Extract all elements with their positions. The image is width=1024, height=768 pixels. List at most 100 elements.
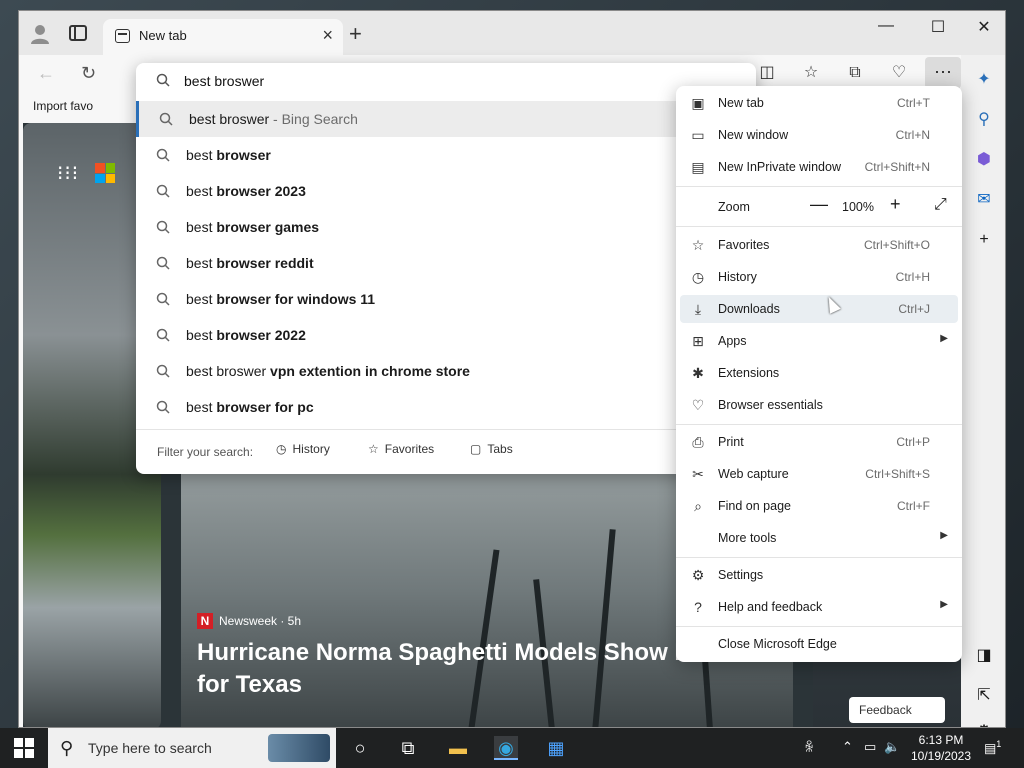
search-icon <box>156 292 170 306</box>
office-icon[interactable]: ⬢ <box>973 149 995 171</box>
menu-separator <box>676 557 962 558</box>
suggestion-text: best broswer - Bing Search <box>189 111 358 127</box>
back-icon[interactable]: ← <box>37 63 55 84</box>
suggestion-item[interactable]: best browser for windows 11 <box>136 281 756 317</box>
menu-separator <box>676 226 962 227</box>
settings-and-more-button[interactable]: ··· <box>925 57 961 89</box>
new-tab-button[interactable]: + <box>349 21 362 47</box>
refresh-icon[interactable]: ↻ <box>81 63 96 84</box>
address-bar-dropdown: best broswer - Bing Search best browser … <box>136 63 756 474</box>
menu-item-more-tools[interactable]: More tools ▶ <box>680 524 958 552</box>
menu-item-new-inprivate-window[interactable]: ▤ New InPrivate window Ctrl+Shift+N <box>680 153 958 181</box>
feedback-button[interactable]: Feedback <box>849 697 945 723</box>
menu-item-history[interactable]: ◷ History Ctrl+H <box>680 263 958 291</box>
close-window-icon[interactable]: ✕ <box>969 17 999 37</box>
suggestion-text: best browser <box>186 147 271 163</box>
search-icon <box>156 400 170 414</box>
volume-icon[interactable]: 🔈 <box>884 739 900 755</box>
edge-icon[interactable]: ◉ <box>494 736 518 760</box>
notifications-icon[interactable]: ▤1 <box>984 739 1001 756</box>
browser-essentials-icon[interactable]: ♡ <box>887 61 911 85</box>
suggestion-item[interactable]: best browser <box>136 137 756 173</box>
news-headline[interactable]: Hurricane Norma Spaghetti Models Show Pa… <box>197 637 757 701</box>
menu-item-close-edge[interactable]: Close Microsoft Edge <box>680 630 958 658</box>
minimize-icon[interactable]: — <box>871 17 901 35</box>
print-icon: ⎙ <box>692 434 704 450</box>
search-icon <box>156 220 170 234</box>
suggestion-text: best broswer vpn extention in chrome sto… <box>186 363 470 379</box>
notification-count: 1 <box>996 739 1002 749</box>
favorites-icon: ☆ <box>691 237 705 253</box>
add-sidebar-app-icon[interactable]: + <box>973 229 995 251</box>
people-icon[interactable]: ꆜ <box>804 739 814 756</box>
cortana-icon[interactable]: ○ <box>348 736 372 760</box>
menu-item-print[interactable]: ⎙ Print Ctrl+P <box>680 428 958 456</box>
import-favorites-link[interactable]: Import favo <box>33 99 93 113</box>
menu-item-apps[interactable]: ⊞ Apps ▶ <box>680 327 958 355</box>
zoom-out-button[interactable]: — <box>810 194 828 215</box>
tab-close-icon[interactable]: × <box>322 25 333 46</box>
search-icon <box>159 112 173 126</box>
menu-item-favorites[interactable]: ☆ Favorites Ctrl+Shift+O <box>680 231 958 259</box>
address-input[interactable] <box>184 69 724 93</box>
microsoft-logo-icon <box>95 163 115 183</box>
sidebar-settings-icon[interactable]: ⚙ <box>973 721 995 727</box>
suggestion-item[interactable]: best broswer - Bing Search <box>136 101 756 137</box>
network-icon[interactable]: ▭ <box>864 739 876 755</box>
fullscreen-icon[interactable]: ⤢ <box>934 196 947 214</box>
suggestion-item[interactable]: best browser 2023 <box>136 173 756 209</box>
news-source-label: Newsweek · 5h <box>219 614 302 628</box>
profile-icon[interactable] <box>29 23 51 45</box>
suggestion-item[interactable]: best browser for pc <box>136 389 756 425</box>
address-bar[interactable] <box>136 63 756 99</box>
hide-sidebar-icon[interactable]: ◨ <box>973 645 995 667</box>
copilot-icon[interactable]: ✦ <box>973 69 995 91</box>
filter-history-button[interactable]: ◷ History <box>276 442 330 456</box>
favorites-icon[interactable]: ☆ <box>799 61 823 85</box>
menu-item-browser-essentials[interactable]: ♡ Browser essentials <box>680 391 958 419</box>
taskbar: ⚲ Type here to search ○ ⧉ ▬ ◉ ▦ ꆜ ⌃ ▭ 🔈 … <box>0 728 1024 768</box>
zoom-label: Zoom <box>718 200 750 214</box>
suggestion-item[interactable]: best browser games <box>136 209 756 245</box>
app-launcher-icon[interactable]: ⁝⁝⁝ <box>57 161 79 186</box>
maximize-icon[interactable]: ☐ <box>923 17 953 37</box>
tab-new-tab[interactable]: New tab × <box>103 19 343 55</box>
menu-separator <box>676 186 962 187</box>
start-button[interactable] <box>14 738 34 758</box>
filter-tabs-button[interactable]: ▢ Tabs <box>470 442 513 456</box>
store-icon[interactable]: ▦ <box>544 736 568 760</box>
task-view-icon[interactable]: ⧉ <box>396 736 420 760</box>
menu-item-extensions[interactable]: ✱ Extensions <box>680 359 958 387</box>
suggestion-text: best browser 2023 <box>186 183 306 199</box>
file-explorer-icon[interactable]: ▬ <box>446 736 470 760</box>
apps-icon: ⊞ <box>692 333 704 349</box>
suggestion-item[interactable]: best broswer vpn extention in chrome sto… <box>136 353 756 389</box>
suggestion-text: best browser for pc <box>186 399 314 415</box>
settings-menu: ▣ New tab Ctrl+T ▭ New window Ctrl+N ▤ N… <box>676 86 962 662</box>
menu-item-find-on-page[interactable]: ⌕ Find on page Ctrl+F <box>680 492 958 520</box>
show-hidden-icons-icon[interactable]: ⌃ <box>842 739 853 755</box>
collections-icon[interactable]: ⧉ <box>843 61 867 85</box>
zoom-in-button[interactable]: + <box>890 194 901 215</box>
menu-item-new-tab[interactable]: ▣ New tab Ctrl+T <box>680 89 958 117</box>
split-screen-icon[interactable]: ◫ <box>755 61 779 85</box>
suggestion-item[interactable]: best browser reddit <box>136 245 756 281</box>
suggestion-item[interactable]: best browser 2022 <box>136 317 756 353</box>
menu-item-settings[interactable]: ⚙ Settings <box>680 561 958 589</box>
filter-favorites-button[interactable]: ☆ Favorites <box>368 442 434 456</box>
taskbar-clock[interactable]: 6:13 PM 10/19/2023 <box>908 732 974 764</box>
outlook-icon[interactable]: ✉ <box>973 189 995 211</box>
menu-item-downloads[interactable]: ⤓ Downloads Ctrl+J <box>680 295 958 323</box>
taskbar-search-box[interactable]: ⚲ Type here to search <box>48 728 336 768</box>
star-icon: ☆ <box>368 442 379 456</box>
menu-item-web-capture[interactable]: ✂ Web capture Ctrl+Shift+S <box>680 460 958 488</box>
sidebar: ✦ ⚲ ⬢ ✉ + ◨ ⇱ ⚙ <box>961 55 1005 727</box>
menu-item-help-and-feedback[interactable]: ? Help and feedback ▶ <box>680 593 958 621</box>
tab-actions-icon[interactable] <box>69 25 87 41</box>
open-external-icon[interactable]: ⇱ <box>973 685 995 707</box>
tabs-icon: ▢ <box>470 442 482 456</box>
search-icon <box>156 148 170 162</box>
menu-item-new-window[interactable]: ▭ New window Ctrl+N <box>680 121 958 149</box>
search-icon[interactable]: ⚲ <box>973 109 995 131</box>
search-filter-row: Filter your search: ◷ History ☆ Favorites … <box>136 429 756 473</box>
